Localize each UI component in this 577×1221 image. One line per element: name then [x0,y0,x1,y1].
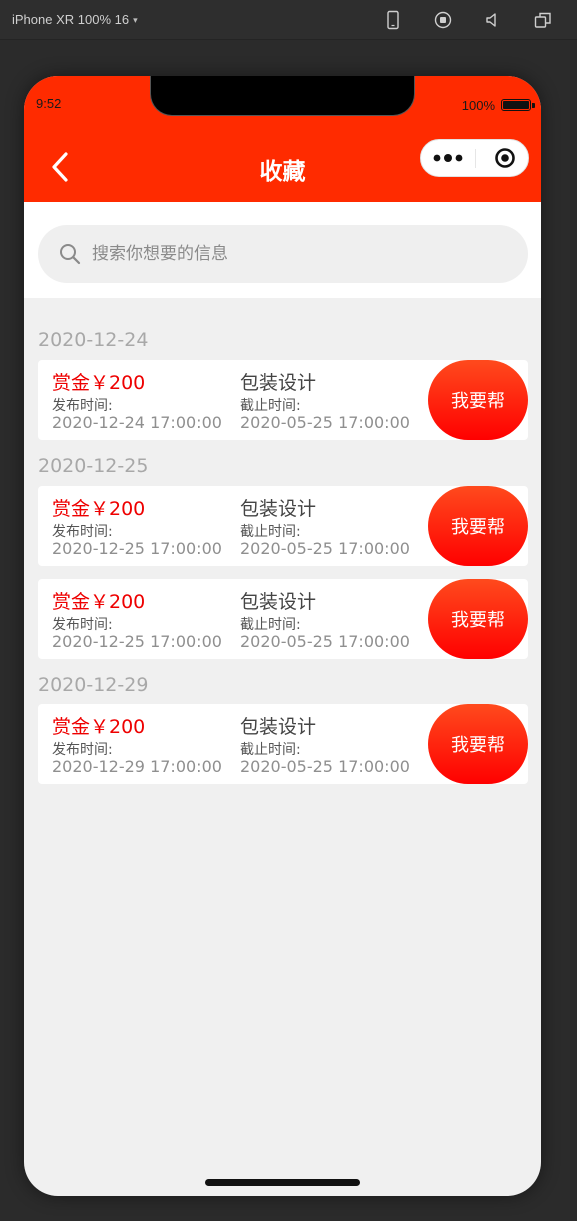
device-label: iPhone XR 100% 16 [12,12,130,27]
battery-tip [532,103,535,108]
publish-time: 2020-12-25 17:00:00 [52,539,222,558]
deadline-time: 2020-05-25 17:00:00 [240,757,410,776]
favorite-task-card[interactable]: 赏金￥200 发布时间: 2020-12-24 17:00:00 包装设计 截止… [38,360,528,440]
help-button[interactable]: 我要帮 [428,704,528,784]
help-button[interactable]: 我要帮 [428,579,528,659]
favorite-task-card[interactable]: 赏金￥200 发布时间: 2020-12-25 17:00:00 包装设计 截止… [38,486,528,566]
reward-amount: 赏金￥200 [52,498,146,520]
deadline-time: 2020-05-25 17:00:00 [240,632,410,651]
publish-time: 2020-12-29 17:00:00 [52,757,222,776]
search-icon [58,242,82,266]
devtools-toolbar: iPhone XR 100% 16 ▾ [0,0,577,40]
deadline-time: 2020-05-25 17:00:00 [240,539,410,558]
battery-percent: 100% [461,98,495,113]
volume-icon[interactable] [483,10,503,30]
publish-time-label: 发布时间: [52,742,113,758]
help-button[interactable]: 我要帮 [428,486,528,566]
publish-time-label: 发布时间: [52,398,113,414]
deadline-label: 截止时间: [240,617,301,633]
favorite-task-card[interactable]: 赏金￥200 发布时间: 2020-12-29 17:00:00 包装设计 截止… [38,704,528,784]
task-category: 包装设计 [240,372,317,394]
task-category: 包装设计 [240,716,317,738]
chevron-down-icon: ▾ [133,15,138,26]
search-section [24,202,541,298]
device-notch [150,76,415,116]
search-input[interactable] [92,235,512,273]
favorite-task-card[interactable]: 赏金￥200 发布时间: 2020-12-25 17:00:00 包装设计 截止… [38,579,528,659]
more-dots-icon[interactable] [421,140,475,176]
reward-amount: 赏金￥200 [52,372,146,394]
capsule-divider [475,149,476,168]
date-group-header: 2020-12-25 [38,455,149,477]
help-button[interactable]: 我要帮 [428,360,528,440]
date-group-header: 2020-12-24 [38,329,149,351]
home-indicator [205,1179,360,1186]
deadline-time: 2020-05-25 17:00:00 [240,413,410,432]
publish-time: 2020-12-25 17:00:00 [52,632,222,651]
battery-icon [501,99,531,111]
publish-time-label: 发布时间: [52,617,113,633]
deadline-label: 截止时间: [240,398,301,414]
record-icon[interactable] [433,10,453,30]
mini-program-capsule [420,139,529,177]
publish-time-label: 发布时间: [52,524,113,540]
reward-amount: 赏金￥200 [52,716,146,738]
reward-amount: 赏金￥200 [52,591,146,613]
deadline-label: 截止时间: [240,742,301,758]
window-icon[interactable] [533,10,553,30]
status-time: 9:52 [36,96,62,111]
nav-header: 9:52 100% 收藏 [24,76,541,202]
publish-time: 2020-12-24 17:00:00 [52,413,222,432]
task-category: 包装设计 [240,591,317,613]
target-close-icon[interactable] [481,140,529,176]
device-selector[interactable]: iPhone XR 100% 16 ▾ [12,12,138,27]
phone-screen: 9:52 100% 收藏 2020-12-24 赏金￥200 发布 [24,76,541,1196]
deadline-label: 截止时间: [240,524,301,540]
phone-icon[interactable] [383,10,403,30]
date-group-header: 2020-12-29 [38,674,149,696]
search-bar[interactable] [38,225,528,283]
task-category: 包装设计 [240,498,317,520]
